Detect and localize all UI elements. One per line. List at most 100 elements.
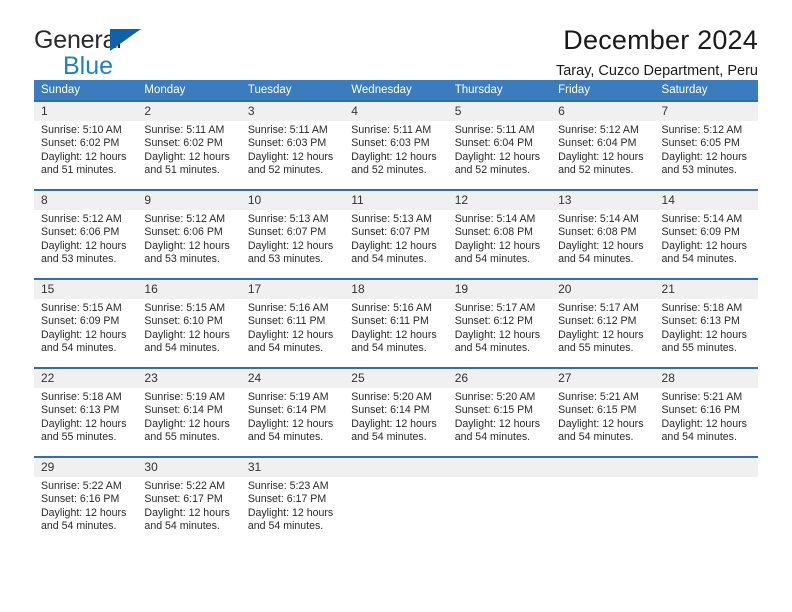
daylight-text-line1: Daylight: 12 hours <box>661 417 747 430</box>
day-cell[interactable]: 23 Sunrise: 5:19 AM Sunset: 6:14 PM Dayligh… <box>137 367 241 457</box>
daylight-text-line2: and 54 minutes. <box>661 253 737 266</box>
day-cell-empty <box>344 456 448 547</box>
sunset-text: Sunset: 6:17 PM <box>247 493 327 506</box>
sunset-text: Sunset: 6:03 PM <box>351 137 430 150</box>
day-details: Sunrise: 5:18 AM Sunset: 6:13 PM Daylight:… <box>34 388 137 445</box>
day-number: 16 <box>137 280 241 299</box>
day-cell[interactable]: 26 Sunrise: 5:20 AM Sunset: 6:15 PM Dayligh… <box>447 367 552 457</box>
day-cell[interactable]: 7 Sunrise: 5:12 AM Sunset: 6:05 PM Daylight… <box>654 100 758 190</box>
day-cell[interactable]: 31 Sunrise: 5:23 AM Sunset: 6:17 PM Dayligh… <box>240 456 345 547</box>
day-details: Sunrise: 5:15 AM Sunset: 6:09 PM Daylight:… <box>34 299 137 356</box>
day-cell[interactable]: 17 Sunrise: 5:16 AM Sunset: 6:11 PM Dayligh… <box>240 278 345 368</box>
sunset-text: Sunset: 6:02 PM <box>144 137 223 150</box>
day-cell[interactable]: 15 Sunrise: 5:15 AM Sunset: 6:09 PM Dayligh… <box>34 278 138 368</box>
day-cell[interactable]: 25 Sunrise: 5:20 AM Sunset: 6:14 PM Dayligh… <box>344 367 448 457</box>
sunrise-text: Sunrise: 5:11 AM <box>247 124 328 136</box>
day-cell[interactable]: 21 Sunrise: 5:18 AM Sunset: 6:13 PM Dayligh… <box>654 278 758 368</box>
daylight-text-line2: and 54 minutes. <box>351 431 427 444</box>
day-number: 23 <box>137 369 241 388</box>
generalblue-logo[interactable]: General Blue <box>34 26 214 84</box>
weekday-header-thursday: Thursday <box>447 80 552 101</box>
day-number: 24 <box>240 369 345 388</box>
day-details: Sunrise: 5:11 AM Sunset: 6:03 PM Daylight:… <box>344 121 447 178</box>
daylight-text-line1: Daylight: 12 hours <box>41 328 127 341</box>
week-row: 8 Sunrise: 5:12 AM Sunset: 6:06 PM Daylight… <box>34 189 758 279</box>
day-details: Sunrise: 5:11 AM Sunset: 6:04 PM Daylight:… <box>448 121 551 178</box>
day-number: 7 <box>654 102 758 121</box>
daylight-text-line2: and 54 minutes. <box>144 342 220 355</box>
day-cell[interactable]: 14 Sunrise: 5:14 AM Sunset: 6:09 PM Dayligh… <box>654 189 758 279</box>
day-details: Sunrise: 5:21 AM Sunset: 6:16 PM Daylight:… <box>655 388 758 445</box>
sunrise-text: Sunrise: 5:15 AM <box>41 302 122 314</box>
day-cell[interactable]: 12 Sunrise: 5:14 AM Sunset: 6:08 PM Dayligh… <box>447 189 552 279</box>
sunset-text: Sunset: 6:05 PM <box>661 137 740 150</box>
day-number: 13 <box>551 191 655 210</box>
logo-text-blue: Blue <box>63 52 114 80</box>
daylight-text-line1: Daylight: 12 hours <box>247 506 334 519</box>
day-number: 19 <box>447 280 552 299</box>
daylight-text-line2: and 54 minutes. <box>41 520 117 533</box>
day-number: 10 <box>240 191 345 210</box>
sunset-text: Sunset: 6:09 PM <box>661 226 740 239</box>
sunrise-text: Sunrise: 5:17 AM <box>558 302 639 314</box>
daylight-text-line2: and 54 minutes. <box>144 520 220 533</box>
daylight-text-line1: Daylight: 12 hours <box>351 328 437 341</box>
day-cell[interactable]: 16 Sunrise: 5:15 AM Sunset: 6:10 PM Dayligh… <box>137 278 241 368</box>
sunrise-text: Sunrise: 5:16 AM <box>351 302 432 314</box>
sunrise-text: Sunrise: 5:12 AM <box>144 213 226 225</box>
sunset-text: Sunset: 6:15 PM <box>558 404 637 417</box>
day-details: Sunrise: 5:14 AM Sunset: 6:08 PM Daylight:… <box>448 210 551 267</box>
day-cell[interactable]: 22 Sunrise: 5:18 AM Sunset: 6:13 PM Dayligh… <box>34 367 138 457</box>
title-block: December 2024 Taray, Cuzco Department, P… <box>556 26 758 80</box>
day-cell[interactable]: 24 Sunrise: 5:19 AM Sunset: 6:14 PM Dayligh… <box>240 367 345 457</box>
day-cell[interactable]: 19 Sunrise: 5:17 AM Sunset: 6:12 PM Dayligh… <box>447 278 552 368</box>
day-cell[interactable]: 28 Sunrise: 5:21 AM Sunset: 6:16 PM Dayligh… <box>654 367 758 457</box>
day-details: Sunrise: 5:23 AM Sunset: 6:17 PM Daylight:… <box>241 477 344 534</box>
sunset-text: Sunset: 6:04 PM <box>454 137 534 150</box>
day-cell[interactable]: 10 Sunrise: 5:13 AM Sunset: 6:07 PM Dayligh… <box>240 189 345 279</box>
day-cell[interactable]: 5 Sunrise: 5:11 AM Sunset: 6:04 PM Daylight… <box>447 100 552 190</box>
day-cell[interactable]: 9 Sunrise: 5:12 AM Sunset: 6:06 PM Daylight… <box>137 189 241 279</box>
day-cell[interactable]: 20 Sunrise: 5:17 AM Sunset: 6:12 PM Dayligh… <box>551 278 655 368</box>
daylight-text-line1: Daylight: 12 hours <box>247 239 334 252</box>
day-cell[interactable]: 29 Sunrise: 5:22 AM Sunset: 6:16 PM Dayligh… <box>34 456 138 547</box>
day-cell[interactable]: 6 Sunrise: 5:12 AM Sunset: 6:04 PM Daylight… <box>551 100 655 190</box>
day-cell[interactable]: 4 Sunrise: 5:11 AM Sunset: 6:03 PM Daylight… <box>344 100 448 190</box>
day-cell[interactable]: 18 Sunrise: 5:16 AM Sunset: 6:11 PM Dayligh… <box>344 278 448 368</box>
daylight-text-line1: Daylight: 12 hours <box>351 150 437 163</box>
day-number: 2 <box>137 102 241 121</box>
calendar-body: 1 Sunrise: 5:10 AM Sunset: 6:02 PM Daylight… <box>34 100 758 547</box>
daylight-text-line2: and 53 minutes. <box>41 253 117 266</box>
day-cell[interactable]: 1 Sunrise: 5:10 AM Sunset: 6:02 PM Daylight… <box>34 100 138 190</box>
daylight-text-line2: and 55 minutes. <box>661 342 737 355</box>
daylight-text-line2: and 54 minutes. <box>661 431 737 444</box>
sunset-text: Sunset: 6:04 PM <box>558 137 637 150</box>
daylight-text-line2: and 54 minutes. <box>247 431 324 444</box>
daylight-text-line2: and 54 minutes. <box>454 431 531 444</box>
day-details: Sunrise: 5:22 AM Sunset: 6:16 PM Daylight:… <box>34 477 137 534</box>
sunrise-text: Sunrise: 5:22 AM <box>41 480 122 492</box>
daylight-text-line1: Daylight: 12 hours <box>661 150 747 163</box>
calendar-grid: Sunday Monday Tuesday Wednesday Thursday… <box>34 80 758 547</box>
sunrise-text: Sunrise: 5:15 AM <box>144 302 226 314</box>
daylight-text-line1: Daylight: 12 hours <box>558 417 644 430</box>
sunrise-text: Sunrise: 5:11 AM <box>144 124 225 136</box>
day-cell[interactable]: 13 Sunrise: 5:14 AM Sunset: 6:08 PM Dayligh… <box>551 189 655 279</box>
day-cell[interactable]: 27 Sunrise: 5:21 AM Sunset: 6:15 PM Dayligh… <box>551 367 655 457</box>
week-row: 29 Sunrise: 5:22 AM Sunset: 6:16 PM Dayligh… <box>34 456 758 547</box>
day-cell[interactable]: 30 Sunrise: 5:22 AM Sunset: 6:17 PM Dayligh… <box>137 456 241 547</box>
sunset-text: Sunset: 6:06 PM <box>144 226 223 239</box>
day-cell[interactable]: 11 Sunrise: 5:13 AM Sunset: 6:07 PM Dayligh… <box>344 189 448 279</box>
day-cell[interactable]: 2 Sunrise: 5:11 AM Sunset: 6:02 PM Daylight… <box>137 100 241 190</box>
day-cell-empty <box>654 456 758 547</box>
day-number: 31 <box>240 458 345 477</box>
day-number: 26 <box>447 369 552 388</box>
daylight-text-line1: Daylight: 12 hours <box>661 328 747 341</box>
daylight-text-line2: and 53 minutes. <box>661 164 737 177</box>
day-cell[interactable]: 3 Sunrise: 5:11 AM Sunset: 6:03 PM Daylight… <box>240 100 345 190</box>
sunset-text: Sunset: 6:16 PM <box>661 404 740 417</box>
sunset-text: Sunset: 6:09 PM <box>41 315 120 328</box>
day-number: 25 <box>344 369 448 388</box>
sunrise-text: Sunrise: 5:11 AM <box>351 124 432 136</box>
day-cell[interactable]: 8 Sunrise: 5:12 AM Sunset: 6:06 PM Daylight… <box>34 189 138 279</box>
